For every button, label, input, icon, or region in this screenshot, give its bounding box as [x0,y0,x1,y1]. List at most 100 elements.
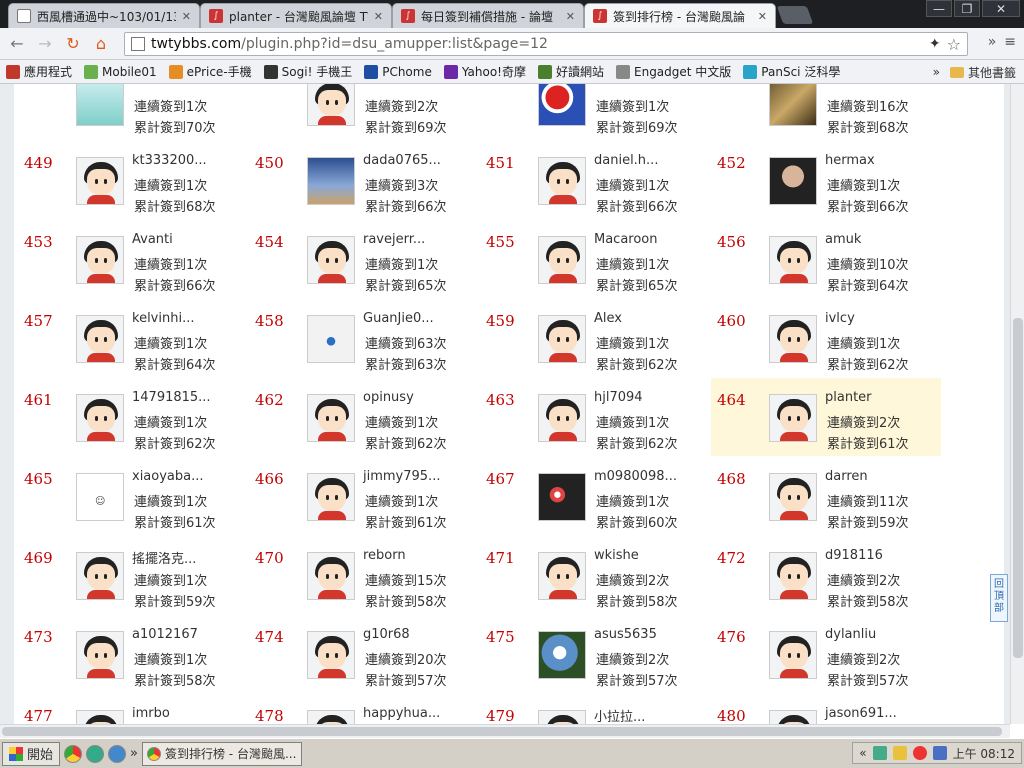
user-avatar[interactable] [769,84,817,126]
user-avatar[interactable] [76,84,124,126]
user-name-link[interactable]: amuk [825,232,861,247]
bookmark-item[interactable]: ePrice-手機 [168,63,252,80]
user-name-link[interactable]: kelvinhi... [132,311,194,326]
chrome-icon[interactable] [64,744,83,763]
user-avatar[interactable] [76,236,124,284]
user-avatar[interactable] [769,552,817,600]
user-avatar[interactable] [769,394,817,442]
url-text[interactable]: twtybbs.com/plugin.php?id=dsu_amupper:li… [151,36,923,52]
minimize-icon[interactable]: — [926,0,952,17]
taskbar-item-chrome[interactable]: 簽到排行榜 - 台灣颱風... [141,741,302,766]
user-name-link[interactable]: a1012167 [132,627,198,642]
user-avatar[interactable] [307,473,355,521]
user-avatar[interactable] [307,631,355,679]
bookmark-item[interactable]: 好讀網站 [537,63,604,80]
bookmark-item[interactable]: PanSci 泛科學 [743,63,840,80]
user-name-link[interactable]: wkishe [594,548,639,563]
user-name-link[interactable]: ivlcy [825,311,855,326]
user-name-link[interactable]: xiaoyaba... [132,469,204,484]
close-icon[interactable]: ✕ [566,10,575,23]
user-name-link[interactable]: ravejerr... [363,232,425,247]
user-name-link[interactable]: d918116 [825,548,883,563]
user-avatar[interactable] [307,157,355,205]
bookmark-item[interactable]: Mobile01 [84,64,157,79]
user-name-link[interactable]: jason691... [825,706,897,721]
user-avatar[interactable] [307,552,355,600]
close-icon[interactable]: ✕ [374,10,383,23]
user-name-link[interactable]: dylanliu [825,627,876,642]
bookmark-item[interactable]: Sogi! 手機王 [263,63,352,80]
user-avatar[interactable] [769,473,817,521]
tab-2[interactable]: ∫ planter - 台灣颱風論壇 TW ✕ [200,3,392,28]
close-icon[interactable]: ✕ [182,10,191,23]
star-icon[interactable]: ☆ [947,35,961,54]
user-name-link[interactable]: Macaroon [594,232,658,247]
horizontal-scrollbar[interactable] [0,724,1010,738]
close-icon[interactable]: ✕ [758,10,767,23]
forward-icon[interactable]: → [34,33,56,55]
user-name-link[interactable]: darren [825,469,868,484]
user-name-link[interactable]: m0980098... [594,469,677,484]
close-window-icon[interactable]: ✕ [982,0,1020,17]
new-tab-button[interactable] [776,6,814,24]
start-button[interactable]: 開始 [2,741,61,766]
user-name-link[interactable]: reborn [363,548,406,563]
user-avatar[interactable]: ☺ [76,473,124,521]
menu-icon[interactable]: ≡ [1004,34,1016,50]
ie-icon[interactable] [108,744,127,763]
restore-icon[interactable]: ❐ [954,0,980,17]
user-name-link[interactable]: Avanti [132,232,173,247]
network-icon[interactable] [932,746,947,760]
quicklaunch-overflow[interactable]: » [130,746,138,761]
user-name-link[interactable]: daniel.h... [594,153,658,168]
user-avatar[interactable] [769,315,817,363]
user-name-link[interactable]: 搖擺洛克... [132,548,196,567]
user-avatar[interactable] [76,710,124,724]
address-bar[interactable]: twtybbs.com/plugin.php?id=dsu_amupper:li… [124,32,968,56]
toolbar-overflow-icon[interactable]: » [988,34,997,50]
user-avatar[interactable] [307,315,355,363]
user-name-link[interactable]: planter [825,390,872,405]
user-name-link[interactable]: kt333200... [132,153,207,168]
bookmarks-overflow[interactable]: » [933,65,940,79]
user-avatar[interactable] [538,315,586,363]
user-avatar[interactable] [307,710,355,724]
user-avatar[interactable] [538,552,586,600]
user-avatar[interactable] [76,315,124,363]
reload-icon[interactable]: ↻ [62,33,84,55]
bookmark-item[interactable]: Yahoo!奇摩 [443,63,526,80]
user-avatar[interactable] [769,631,817,679]
bookmark-item[interactable]: 應用程式 [6,63,72,80]
user-avatar[interactable] [76,394,124,442]
user-name-link[interactable]: jimmy795... [363,469,440,484]
user-avatar[interactable] [769,710,817,724]
vertical-scrollbar[interactable] [1010,84,1024,724]
tab-3[interactable]: ∫ 每日簽到補償措施 - 論壇 ✕ [392,3,584,28]
user-name-link[interactable]: imrbo [132,706,170,721]
user-avatar[interactable] [538,157,586,205]
user-avatar[interactable] [538,710,586,724]
user-avatar[interactable] [769,157,817,205]
user-name-link[interactable]: hermax [825,153,875,168]
user-name-link[interactable]: hjl7094 [594,390,643,405]
chrome-tray-icon[interactable] [912,746,927,760]
user-avatar[interactable] [307,394,355,442]
user-avatar[interactable] [76,157,124,205]
user-name-link[interactable]: Alex [594,311,622,326]
user-name-link[interactable]: asus5635 [594,627,657,642]
user-avatar[interactable] [307,84,355,126]
extension-icon[interactable]: ✦ [929,36,941,52]
user-avatar[interactable] [538,236,586,284]
other-bookmarks[interactable]: 其他書籤 [949,64,1016,81]
user-name-link[interactable]: happyhua... [363,706,440,721]
home-icon[interactable]: ⌂ [90,33,112,55]
tab-1[interactable]: 西風槽通過中~103/01/13 - ✕ [8,3,200,28]
user-avatar[interactable] [76,552,124,600]
user-avatar[interactable] [538,473,586,521]
user-name-link[interactable]: 小拉拉... [594,706,645,724]
user-name-link[interactable]: 14791815... [132,390,211,405]
scroll-thumb[interactable] [2,727,1002,736]
user-name-link[interactable]: GuanJie0... [363,311,434,326]
user-name-link[interactable]: g10r68 [363,627,410,642]
user-avatar[interactable] [538,84,586,126]
